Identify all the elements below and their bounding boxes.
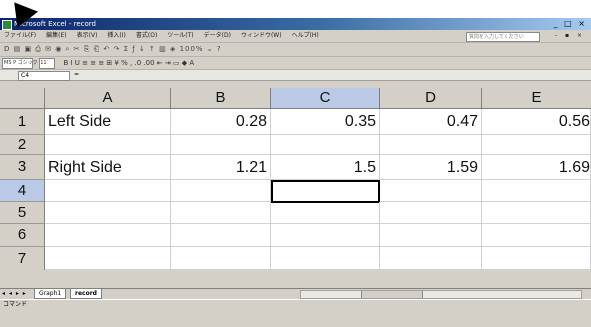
cell-d2[interactable] (380, 135, 482, 155)
cell-a5[interactable] (45, 202, 171, 224)
cell-a1[interactable]: Left Side (45, 109, 171, 135)
select-all-corner[interactable] (0, 88, 45, 108)
formatting-toolbar: MS P ゴシック 11 B I U ≡ ≡ ≡ ⊞ ¥ % , .0 .00 … (0, 57, 591, 70)
cell-e6[interactable] (482, 224, 591, 247)
help-search-input[interactable]: 質問を入力してください (466, 32, 540, 42)
cell-c1[interactable]: 0.35 (271, 109, 380, 135)
row-header-1[interactable]: 1 (0, 109, 45, 135)
cell-c3[interactable]: 1.5 (271, 155, 380, 180)
column-headers: A B C D E (0, 88, 591, 109)
cell-e7[interactable] (482, 247, 591, 270)
menu-item-file[interactable]: ファイル(F) (4, 30, 36, 42)
format-buttons[interactable]: B I U ≡ ≡ ≡ ⊞ ¥ % , .0 .00 ⇤ ⇥ ▭ ◆ A (63, 59, 194, 67)
cell-d1[interactable]: 0.47 (380, 109, 482, 135)
active-cell-c4[interactable] (271, 180, 380, 203)
cell-c5[interactable] (271, 202, 380, 224)
cell-e1[interactable]: 0.56 (482, 109, 591, 135)
row-header-4[interactable]: 4 (0, 180, 45, 202)
menu-item-format[interactable]: 書式(O) (136, 30, 157, 42)
cell-c6[interactable] (271, 224, 380, 247)
cell-d6[interactable] (380, 224, 482, 247)
name-box[interactable]: C4 (18, 71, 70, 81)
status-bar: コマンド (0, 299, 591, 310)
menu-item-insert[interactable]: 挿入(I) (107, 30, 125, 42)
window-controls[interactable]: _ □ × (554, 18, 587, 30)
cell-a6[interactable] (45, 224, 171, 247)
status-text: コマンド (3, 301, 28, 308)
formula-bar: C4 = (0, 70, 591, 81)
row-header-6[interactable]: 6 (0, 224, 45, 247)
sheet-tab-record[interactable]: record (70, 289, 102, 299)
sheet-tab-bar: ◂ ◂ ▸ ▸ Graph1 record (0, 288, 591, 299)
row-header-5[interactable]: 5 (0, 202, 45, 224)
cell-d5[interactable] (380, 202, 482, 224)
title-bar: Microsoft Excel - record _ □ × (0, 18, 591, 30)
cell-b2[interactable] (171, 135, 271, 155)
column-header-c[interactable]: C (271, 88, 380, 108)
sheet-tab-graph1[interactable]: Graph1 (34, 289, 67, 299)
cell-b5[interactable] (171, 202, 271, 224)
menu-item-edit[interactable]: 編集(E) (46, 30, 66, 42)
column-header-b[interactable]: B (171, 88, 271, 108)
row-header-2[interactable]: 2 (0, 135, 45, 155)
row-header-7[interactable]: 7 (0, 247, 45, 270)
cell-a7[interactable] (45, 247, 171, 270)
cell-c2[interactable] (271, 135, 380, 155)
fx-icon[interactable]: = (74, 70, 79, 80)
cell-a2[interactable] (45, 135, 171, 155)
menu-item-help[interactable]: ヘルプ(H) (292, 30, 319, 42)
workbook-controls[interactable]: - ▪ × (555, 30, 585, 42)
cell-b4[interactable] (171, 180, 271, 202)
sheet-nav-arrows[interactable]: ◂ ◂ ▸ ▸ (2, 289, 27, 299)
menu-item-tools[interactable]: ツール(T) (167, 30, 193, 42)
cell-d3[interactable]: 1.59 (380, 155, 482, 180)
cell-d4[interactable] (380, 180, 482, 202)
font-name-select[interactable]: MS P ゴシック (2, 57, 38, 69)
horizontal-scrollbar[interactable] (300, 290, 582, 299)
cell-b7[interactable] (171, 247, 271, 270)
excel-app-icon (2, 20, 12, 30)
cell-b3[interactable]: 1.21 (171, 155, 271, 180)
menu-item-view[interactable]: 表示(V) (77, 30, 98, 42)
window-title: Microsoft Excel - record (14, 20, 96, 28)
column-header-a[interactable]: A (45, 88, 171, 108)
cell-b1[interactable]: 0.28 (171, 109, 271, 135)
cell-e5[interactable] (482, 202, 591, 224)
excel-window: Microsoft Excel - record _ □ × ファイル(F) 編… (0, 18, 591, 327)
row-header-3[interactable]: 3 (0, 155, 45, 180)
cell-a4[interactable] (45, 180, 171, 202)
toolbar-buttons[interactable]: D ▤ ▣ ⎙ ✉ ◉ ⌕ ✂ ⎘ ⎗ ↶ ↷ Σ ƒ ↓ ↑ ▥ ◈ 100%… (4, 45, 222, 53)
cell-e2[interactable] (482, 135, 591, 155)
column-header-d[interactable]: D (380, 88, 482, 108)
cell-b6[interactable] (171, 224, 271, 247)
scrollbar-thumb[interactable] (361, 291, 423, 298)
standard-toolbar[interactable]: D ▤ ▣ ⎙ ✉ ◉ ⌕ ✂ ⎘ ⎗ ↶ ↷ Σ ƒ ↓ ↑ ▥ ◈ 100%… (0, 43, 591, 57)
cell-e3[interactable]: 1.69 (482, 155, 591, 180)
cell-c7[interactable] (271, 247, 380, 270)
menu-item-window[interactable]: ウィンドウ(W) (241, 30, 282, 42)
column-header-e[interactable]: E (482, 88, 591, 108)
font-size-select[interactable]: 11 (39, 57, 56, 69)
worksheet-grid: A B C D E 1 2 3 4 5 6 7 Left Side 0.28 0… (0, 88, 591, 270)
menu-item-data[interactable]: データ(D) (204, 30, 231, 42)
cell-e4[interactable] (482, 180, 591, 202)
menu-bar: ファイル(F) 編集(E) 表示(V) 挿入(I) 書式(O) ツール(T) デ… (0, 30, 591, 43)
cell-a3[interactable]: Right Side (45, 155, 171, 180)
cell-d7[interactable] (380, 247, 482, 270)
